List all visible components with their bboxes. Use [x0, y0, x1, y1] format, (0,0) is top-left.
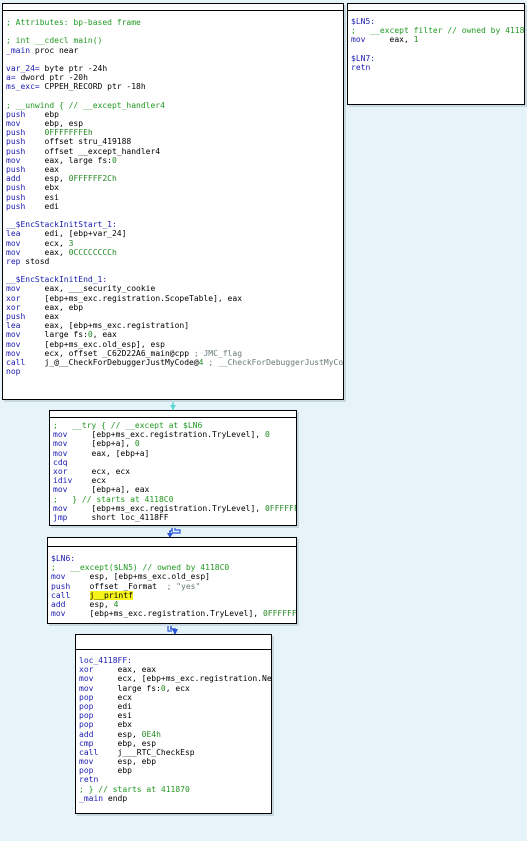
- code-block-exit[interactable]: loc_4118FF: xor eax, eax mov ecx, [ebp+ms_…: [75, 634, 272, 814]
- code-line[interactable]: a= dword ptr -20h: [6, 73, 340, 82]
- code-line[interactable]: add esp, 0E4h: [79, 730, 268, 739]
- code-line[interactable]: add esp, 4: [51, 600, 293, 609]
- code-line[interactable]: xor eax, ebp: [6, 303, 340, 312]
- code-line[interactable]: mov esp, ebp: [79, 757, 268, 766]
- code-line[interactable]: mov [ebp+a], eax: [53, 485, 293, 494]
- code-line[interactable]: mov eax, 0CCCCCCCCh: [6, 248, 340, 257]
- code-line[interactable]: $LN5:: [351, 17, 521, 26]
- code-line[interactable]: xor ecx, ecx: [53, 467, 293, 476]
- block-header: [3, 4, 343, 11]
- code-line[interactable]: idiv ecx: [53, 476, 293, 485]
- code-line[interactable]: push ebx: [6, 183, 340, 192]
- code-line[interactable]: _main proc near: [6, 46, 340, 55]
- code-line[interactable]: push offset stru_419188: [6, 137, 340, 146]
- code-line[interactable]: mov ecx, 3: [6, 239, 340, 248]
- edge-try-to-except-2: [172, 525, 181, 534]
- code-line[interactable]: mov eax, ___security_cookie: [6, 284, 340, 293]
- code-line[interactable]: mov ebp, esp: [6, 119, 340, 128]
- code-line[interactable]: ; __unwind { // __except_handler4: [6, 101, 340, 110]
- code-line[interactable]: var_24= byte ptr -24h: [6, 64, 340, 73]
- code-line[interactable]: __$EncStackInitEnd_1:: [6, 275, 340, 284]
- code-line[interactable]: mov [ebp+ms_exc.registration.TryLevel], …: [53, 504, 296, 513]
- code-line[interactable]: mov esp, [ebp+ms_exc.old_esp]: [51, 572, 293, 581]
- code-line[interactable]: nop: [6, 367, 340, 376]
- code-line[interactable]: call j__printf: [51, 590, 293, 600]
- code-line[interactable]: ; __try { // __except at $LN6: [53, 421, 293, 430]
- code-line[interactable]: cdq: [53, 458, 293, 467]
- code-block-main[interactable]: ; Attributes: bp-based frame ; int __cde…: [2, 3, 344, 400]
- code-line[interactable]: rep stosd: [6, 257, 340, 266]
- code-line[interactable]: pop ebp: [79, 766, 268, 775]
- code-line[interactable]: [6, 266, 340, 275]
- code-line[interactable]: mov [ebp+a], 0: [53, 439, 293, 448]
- code-lines: loc_4118FF: xor eax, eax mov ecx, [ebp+ms_…: [76, 650, 271, 804]
- code-line[interactable]: mov [ebp+ms_exc.old_esp], esp: [6, 340, 340, 349]
- code-lines: ; __try { // __except at $LN6 mov [ebp+ms…: [50, 418, 296, 523]
- code-line[interactable]: xor eax, eax: [79, 665, 268, 674]
- code-line[interactable]: _main endp: [79, 794, 268, 803]
- code-line[interactable]: lea eax, [ebp+ms_exc.registration]: [6, 321, 340, 330]
- code-line[interactable]: xor [ebp+ms_exc.registration.ScopeTable]…: [6, 294, 340, 303]
- code-line[interactable]: call j_@__CheckForDebuggerJustMyCode@4 ;…: [6, 358, 343, 367]
- code-line[interactable]: ; __except filter // owned by 4118C0: [351, 26, 524, 35]
- code-line[interactable]: call j___RTC_CheckEsp: [79, 748, 268, 757]
- code-line[interactable]: ; Attributes: bp-based frame: [6, 18, 340, 27]
- code-line[interactable]: pop ecx: [79, 693, 268, 702]
- code-line[interactable]: [6, 92, 340, 101]
- code-line[interactable]: [6, 211, 340, 220]
- code-line[interactable]: push offset __except_handler4: [6, 147, 340, 156]
- code-line[interactable]: ; } // starts at 4118C0: [53, 495, 293, 504]
- code-line[interactable]: push eax: [6, 312, 340, 321]
- code-line[interactable]: retn: [351, 63, 521, 72]
- code-line[interactable]: ; int __cdecl main(): [6, 36, 340, 45]
- code-block-try[interactable]: ; __try { // __except at $LN6 mov [ebp+ms…: [49, 410, 297, 526]
- code-line[interactable]: push esi: [6, 193, 340, 202]
- code-line[interactable]: ; __except($LN5) // owned by 4118C0: [51, 563, 293, 572]
- code-line[interactable]: mov ecx, offset _C62D22A6_main@cpp ; JMC…: [6, 349, 340, 358]
- code-line[interactable]: mov [ebp+ms_exc.registration.TryLevel], …: [53, 430, 293, 439]
- code-line[interactable]: mov eax, large fs:0: [6, 156, 340, 165]
- code-block-except-handler[interactable]: $LN6:; __except($LN5) // owned by 4118C0…: [47, 537, 297, 624]
- code-line[interactable]: retn: [79, 775, 268, 784]
- code-line[interactable]: pop ebx: [79, 720, 268, 729]
- code-line[interactable]: [351, 45, 521, 54]
- code-lines: ; Attributes: bp-based frame ; int __cde…: [3, 11, 343, 377]
- code-line[interactable]: [6, 55, 340, 64]
- code-line[interactable]: lea edi, [ebp+var_24]: [6, 229, 340, 238]
- code-line[interactable]: jmp short loc_4118FF: [53, 513, 293, 522]
- code-line[interactable]: $LN6:: [51, 554, 293, 563]
- code-line[interactable]: push offset _Format ; "yes": [51, 582, 293, 591]
- code-line[interactable]: mov eax, [ebp+a]: [53, 449, 293, 458]
- code-lines: $LN6:; __except($LN5) // owned by 4118C0…: [48, 547, 296, 619]
- code-block-except-filter[interactable]: $LN5:; __except filter // owned by 4118C…: [347, 3, 525, 105]
- code-line[interactable]: cmp ebp, esp: [79, 739, 268, 748]
- code-line[interactable]: mov eax, 1: [351, 35, 521, 44]
- code-line[interactable]: pop edi: [79, 702, 268, 711]
- block-header: [50, 411, 296, 418]
- code-line[interactable]: mov large fs:0, ecx: [79, 684, 268, 693]
- code-line[interactable]: mov large fs:0, eax: [6, 330, 340, 339]
- code-line[interactable]: add esp, 0FFFFFF2Ch: [6, 174, 340, 183]
- code-lines: $LN5:; __except filter // owned by 4118C…: [348, 11, 524, 73]
- code-line[interactable]: mov ecx, [ebp+ms_exc.registration.Next]: [79, 674, 271, 683]
- code-line[interactable]: ; } // starts at 411870: [79, 785, 268, 794]
- code-line[interactable]: push ebp: [6, 110, 340, 119]
- code-line[interactable]: [6, 27, 340, 36]
- code-line[interactable]: loc_4118FF:: [79, 656, 268, 665]
- code-line[interactable]: push 0FFFFFFFEh: [6, 128, 340, 137]
- code-line[interactable]: push eax: [6, 165, 340, 174]
- code-line[interactable]: ms_exc= CPPEH_RECORD ptr -18h: [6, 82, 340, 91]
- block-header: [348, 4, 524, 11]
- block-header: [76, 635, 271, 650]
- code-line[interactable]: pop esi: [79, 711, 268, 720]
- block-header: [48, 538, 296, 547]
- code-line[interactable]: __$EncStackInitStart_1:: [6, 220, 340, 229]
- code-line[interactable]: $LN7:: [351, 54, 521, 63]
- code-line[interactable]: push edi: [6, 202, 340, 211]
- code-line[interactable]: mov [ebp+ms_exc.registration.TryLevel], …: [51, 609, 296, 618]
